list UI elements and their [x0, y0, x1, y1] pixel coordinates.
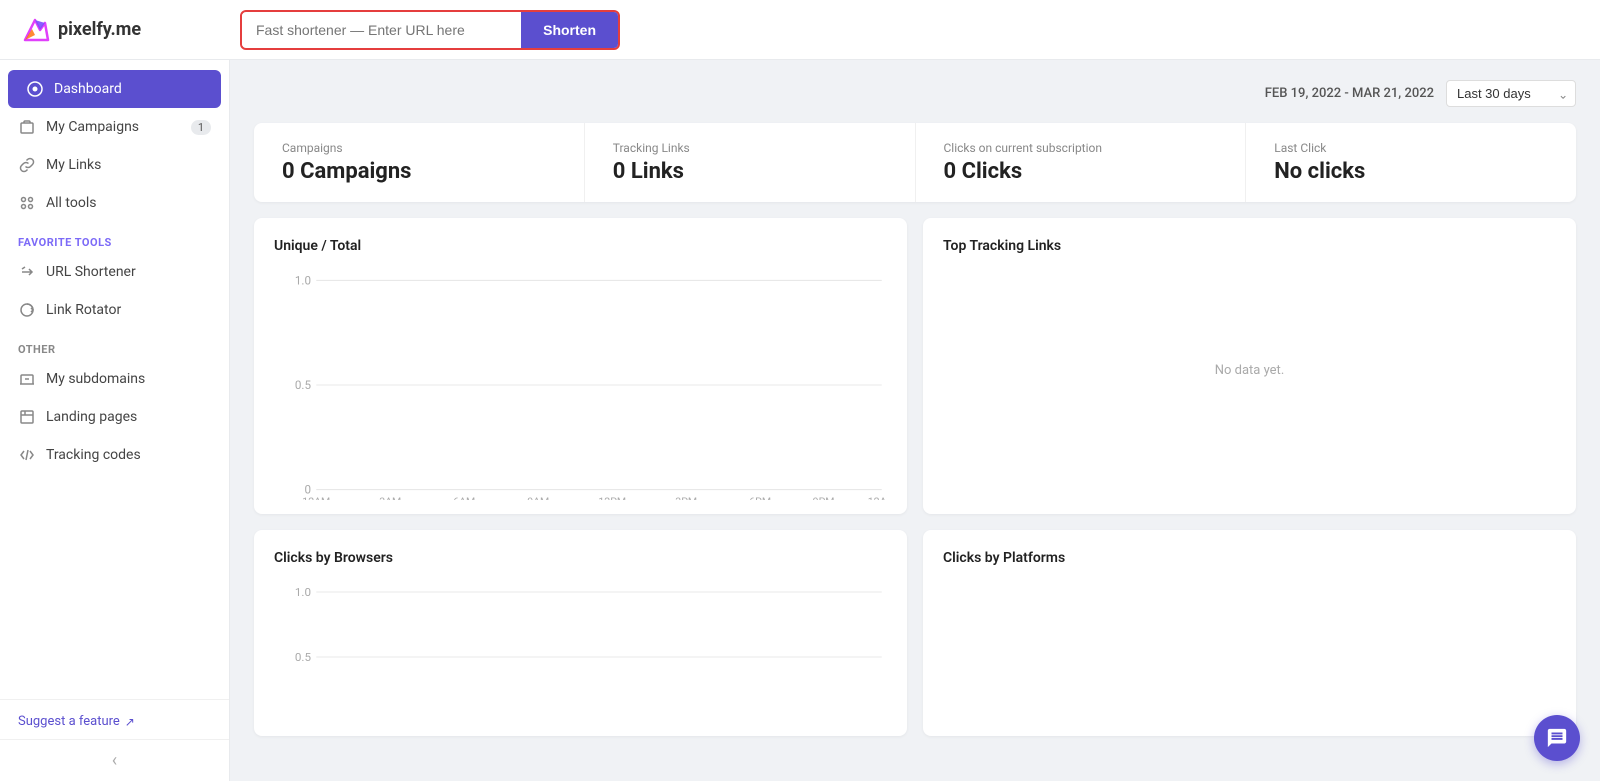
- svg-text:9AM: 9AM: [527, 495, 549, 500]
- links-icon: [18, 156, 36, 174]
- svg-text:6AM: 6AM: [453, 495, 475, 500]
- stat-clicks: Clicks on current subscription 0 Clicks: [916, 123, 1247, 202]
- period-select-wrapper: Last 30 days Last 7 days Last 90 days Cu…: [1446, 80, 1576, 107]
- chart-top-links: Top Tracking Links No data yet.: [923, 218, 1576, 514]
- stat-campaigns-label: Campaigns: [282, 141, 556, 155]
- svg-text:3PM: 3PM: [675, 495, 697, 500]
- topbar: pixelfy.me Shorten: [0, 0, 1600, 60]
- stat-campaigns-value: 0 Campaigns: [282, 159, 556, 184]
- svg-text:12AM: 12AM: [302, 495, 330, 500]
- sidebar-item-links[interactable]: My Links: [0, 146, 229, 184]
- chart-unique-total-area: 1.0 0.5 0 12AM 3AM 6AM 9AM 12PM 3PM 6PM …: [274, 270, 887, 500]
- all-tools-icon: [18, 194, 36, 212]
- sidebar-item-landing-pages[interactable]: Landing pages: [0, 398, 229, 436]
- stat-campaigns: Campaigns 0 Campaigns: [254, 123, 585, 202]
- campaigns-label: My Campaigns: [46, 119, 139, 135]
- link-rotator-label: Link Rotator: [46, 302, 121, 318]
- tracking-codes-icon: [18, 446, 36, 464]
- chart-platforms-title: Clicks by Platforms: [943, 550, 1556, 566]
- sidebar-item-dashboard[interactable]: Dashboard: [8, 70, 221, 108]
- svg-text:1.0: 1.0: [295, 586, 311, 599]
- landing-pages-label: Landing pages: [46, 409, 137, 425]
- sidebar-item-all-tools[interactable]: All tools: [0, 184, 229, 222]
- favorite-tools-section: FAVORITE TOOLS: [0, 222, 229, 253]
- dashboard-icon: [26, 80, 44, 98]
- period-select[interactable]: Last 30 days Last 7 days Last 90 days Cu…: [1446, 80, 1576, 107]
- sidebar-footer: Suggest a feature ↗: [0, 699, 229, 739]
- chart-unique-total: Unique / Total 1.0 0.5 0 12AM 3AM: [254, 218, 907, 514]
- url-input[interactable]: [242, 14, 521, 46]
- stat-last-click: Last Click No clicks: [1246, 123, 1576, 202]
- campaigns-badge: 1: [191, 120, 211, 135]
- external-link-icon: ↗: [125, 715, 135, 729]
- main-layout: Dashboard My Campaigns 1 My Links Al: [0, 60, 1600, 781]
- chart-browsers-area: 1.0 0.5: [274, 582, 887, 722]
- stat-last-click-value: No clicks: [1274, 159, 1548, 184]
- svg-text:12AM: 12AM: [868, 495, 887, 500]
- svg-text:6PM: 6PM: [749, 495, 771, 500]
- stat-links-value: 0 Links: [613, 159, 887, 184]
- chat-bubble[interactable]: [1534, 715, 1580, 761]
- all-tools-label: All tools: [46, 195, 96, 211]
- chart-browsers-title: Clicks by Browsers: [274, 550, 887, 566]
- date-bar: FEB 19, 2022 - MAR 21, 2022 Last 30 days…: [254, 80, 1576, 107]
- campaigns-icon: [18, 118, 36, 136]
- shorten-button[interactable]: Shorten: [521, 12, 618, 48]
- other-section: OTHER: [0, 329, 229, 360]
- svg-text:0.5: 0.5: [295, 651, 311, 664]
- chart-top-links-no-data: No data yet.: [943, 270, 1556, 470]
- sidebar-collapse-button[interactable]: ‹: [0, 739, 229, 781]
- tracking-codes-label: Tracking codes: [46, 447, 141, 463]
- sidebar: Dashboard My Campaigns 1 My Links Al: [0, 60, 230, 781]
- svg-text:12PM: 12PM: [598, 495, 626, 500]
- stat-links: Tracking Links 0 Links: [585, 123, 916, 202]
- sidebar-item-url-shortener[interactable]: URL Shortener: [0, 253, 229, 291]
- my-links-label: My Links: [46, 157, 101, 173]
- sidebar-item-subdomains[interactable]: My subdomains: [0, 360, 229, 398]
- app-name: pixelfy.me: [58, 19, 141, 40]
- sidebar-nav: Dashboard My Campaigns 1 My Links Al: [0, 60, 229, 699]
- stats-row: Campaigns 0 Campaigns Tracking Links 0 L…: [254, 123, 1576, 202]
- dashboard-label: Dashboard: [54, 81, 122, 97]
- stat-clicks-label: Clicks on current subscription: [944, 141, 1218, 155]
- chart-platforms: Clicks by Platforms: [923, 530, 1576, 736]
- logo: pixelfy.me: [20, 15, 240, 45]
- stat-last-click-label: Last Click: [1274, 141, 1548, 155]
- svg-text:3AM: 3AM: [379, 495, 401, 500]
- subdomains-icon: [18, 370, 36, 388]
- sidebar-item-tracking-codes[interactable]: Tracking codes: [0, 436, 229, 474]
- url-shortener-icon: [18, 263, 36, 281]
- chat-icon: [1546, 727, 1568, 749]
- main-content: FEB 19, 2022 - MAR 21, 2022 Last 30 days…: [230, 60, 1600, 781]
- suggest-feature-link[interactable]: Suggest a feature ↗: [18, 714, 211, 729]
- svg-text:0.5: 0.5: [295, 378, 312, 392]
- sidebar-item-campaigns[interactable]: My Campaigns 1: [0, 108, 229, 146]
- my-subdomains-label: My subdomains: [46, 371, 145, 387]
- link-rotator-icon: [18, 301, 36, 319]
- logo-icon: [20, 15, 50, 45]
- charts-grid: Unique / Total 1.0 0.5 0 12AM 3AM: [254, 218, 1576, 736]
- chart-browsers-svg: 1.0 0.5: [274, 582, 887, 722]
- landing-pages-icon: [18, 408, 36, 426]
- svg-text:1.0: 1.0: [295, 274, 311, 288]
- chart-unique-total-title: Unique / Total: [274, 238, 887, 254]
- suggest-feature-label: Suggest a feature: [18, 714, 120, 729]
- url-shortener-label: URL Shortener: [46, 264, 136, 280]
- chart-top-links-title: Top Tracking Links: [943, 238, 1556, 254]
- svg-text:9PM: 9PM: [813, 495, 835, 500]
- stat-clicks-value: 0 Clicks: [944, 159, 1218, 184]
- url-bar: Shorten: [240, 10, 620, 50]
- chart-unique-total-svg: 1.0 0.5 0 12AM 3AM 6AM 9AM 12PM 3PM 6PM …: [274, 270, 887, 500]
- chart-browsers: Clicks by Browsers 1.0 0.5: [254, 530, 907, 736]
- sidebar-item-link-rotator[interactable]: Link Rotator: [0, 291, 229, 329]
- stat-links-label: Tracking Links: [613, 141, 887, 155]
- date-range-text: FEB 19, 2022 - MAR 21, 2022: [1265, 86, 1434, 101]
